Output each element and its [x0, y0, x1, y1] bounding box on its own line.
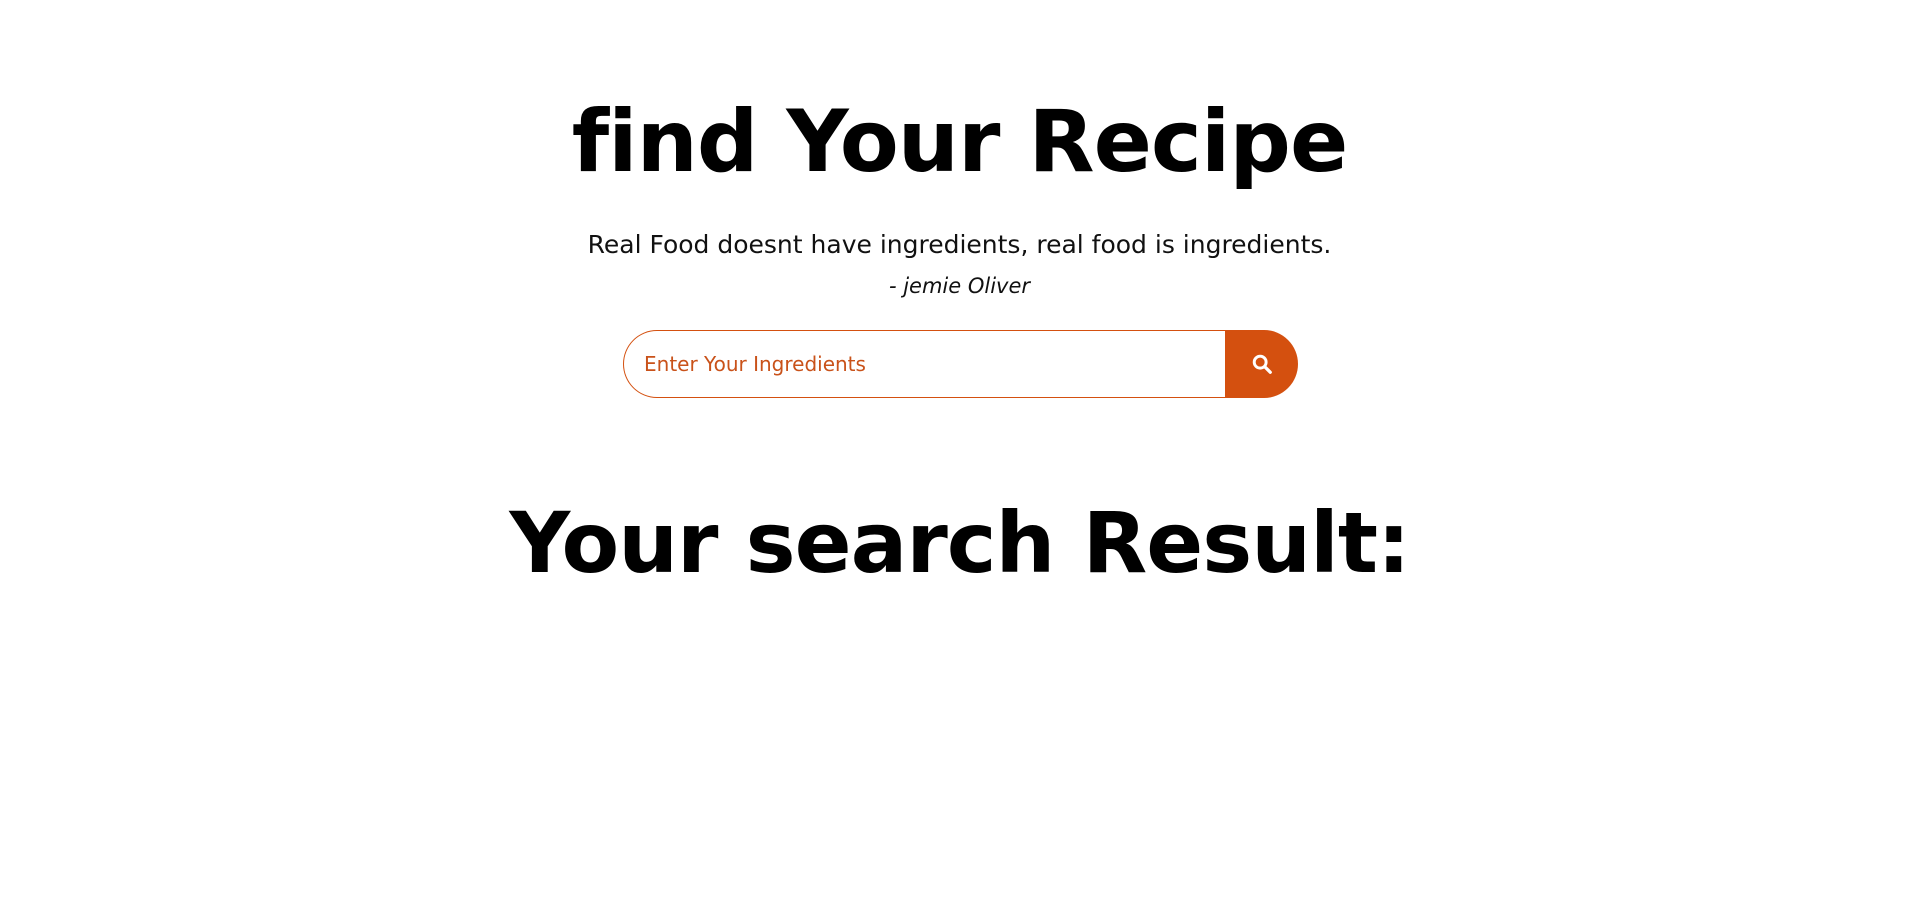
- results-title: Your search Result:: [509, 494, 1410, 592]
- search-button[interactable]: [1225, 330, 1298, 398]
- page-title: find Your Recipe: [571, 92, 1349, 192]
- quote-author: - jemie Oliver: [888, 274, 1031, 298]
- results-list: [0, 610, 1919, 890]
- search-form: [623, 330, 1298, 398]
- search-icon: [1252, 354, 1272, 374]
- quote-text: Real Food doesnt have ingredients, real …: [587, 230, 1332, 259]
- search-input[interactable]: [623, 330, 1225, 398]
- page: find Your Recipe Real Food doesnt have i…: [0, 0, 1919, 897]
